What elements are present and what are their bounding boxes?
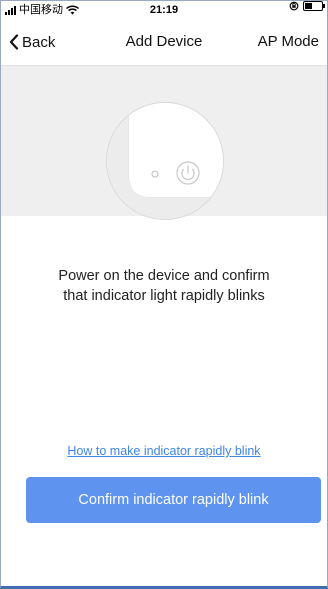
status-right (289, 1, 325, 11)
status-bar: 中国移动 21:19 (1, 1, 327, 19)
power-button-icon (176, 161, 200, 185)
ap-mode-button[interactable]: AP Mode (258, 19, 319, 65)
device-illustration (1, 66, 327, 220)
app-screen: 中国移动 21:19 Back Add Device AP Mode Power… (0, 0, 328, 589)
chevron-left-icon (9, 34, 19, 50)
orientation-lock-icon (289, 1, 299, 11)
confirm-button[interactable]: Confirm indicator rapidly blink (26, 477, 321, 523)
instruction-line-2: that indicator light rapidly blinks (63, 288, 265, 304)
status-time: 21:19 (149, 4, 179, 16)
instruction-line-1: Power on the device and confirm (58, 268, 270, 284)
battery-icon (303, 1, 325, 11)
navigation-bar: Back Add Device AP Mode (1, 19, 327, 66)
device-drawing (107, 103, 223, 219)
back-button[interactable]: Back (9, 19, 55, 65)
device-circle (106, 102, 224, 220)
instruction-text: Power on the device and confirm that ind… (21, 266, 307, 306)
indicator-light-icon (151, 170, 159, 178)
battery-fill (305, 3, 312, 9)
back-label: Back (22, 33, 56, 51)
help-link[interactable]: How to make indicator rapidly blink (1, 444, 327, 458)
